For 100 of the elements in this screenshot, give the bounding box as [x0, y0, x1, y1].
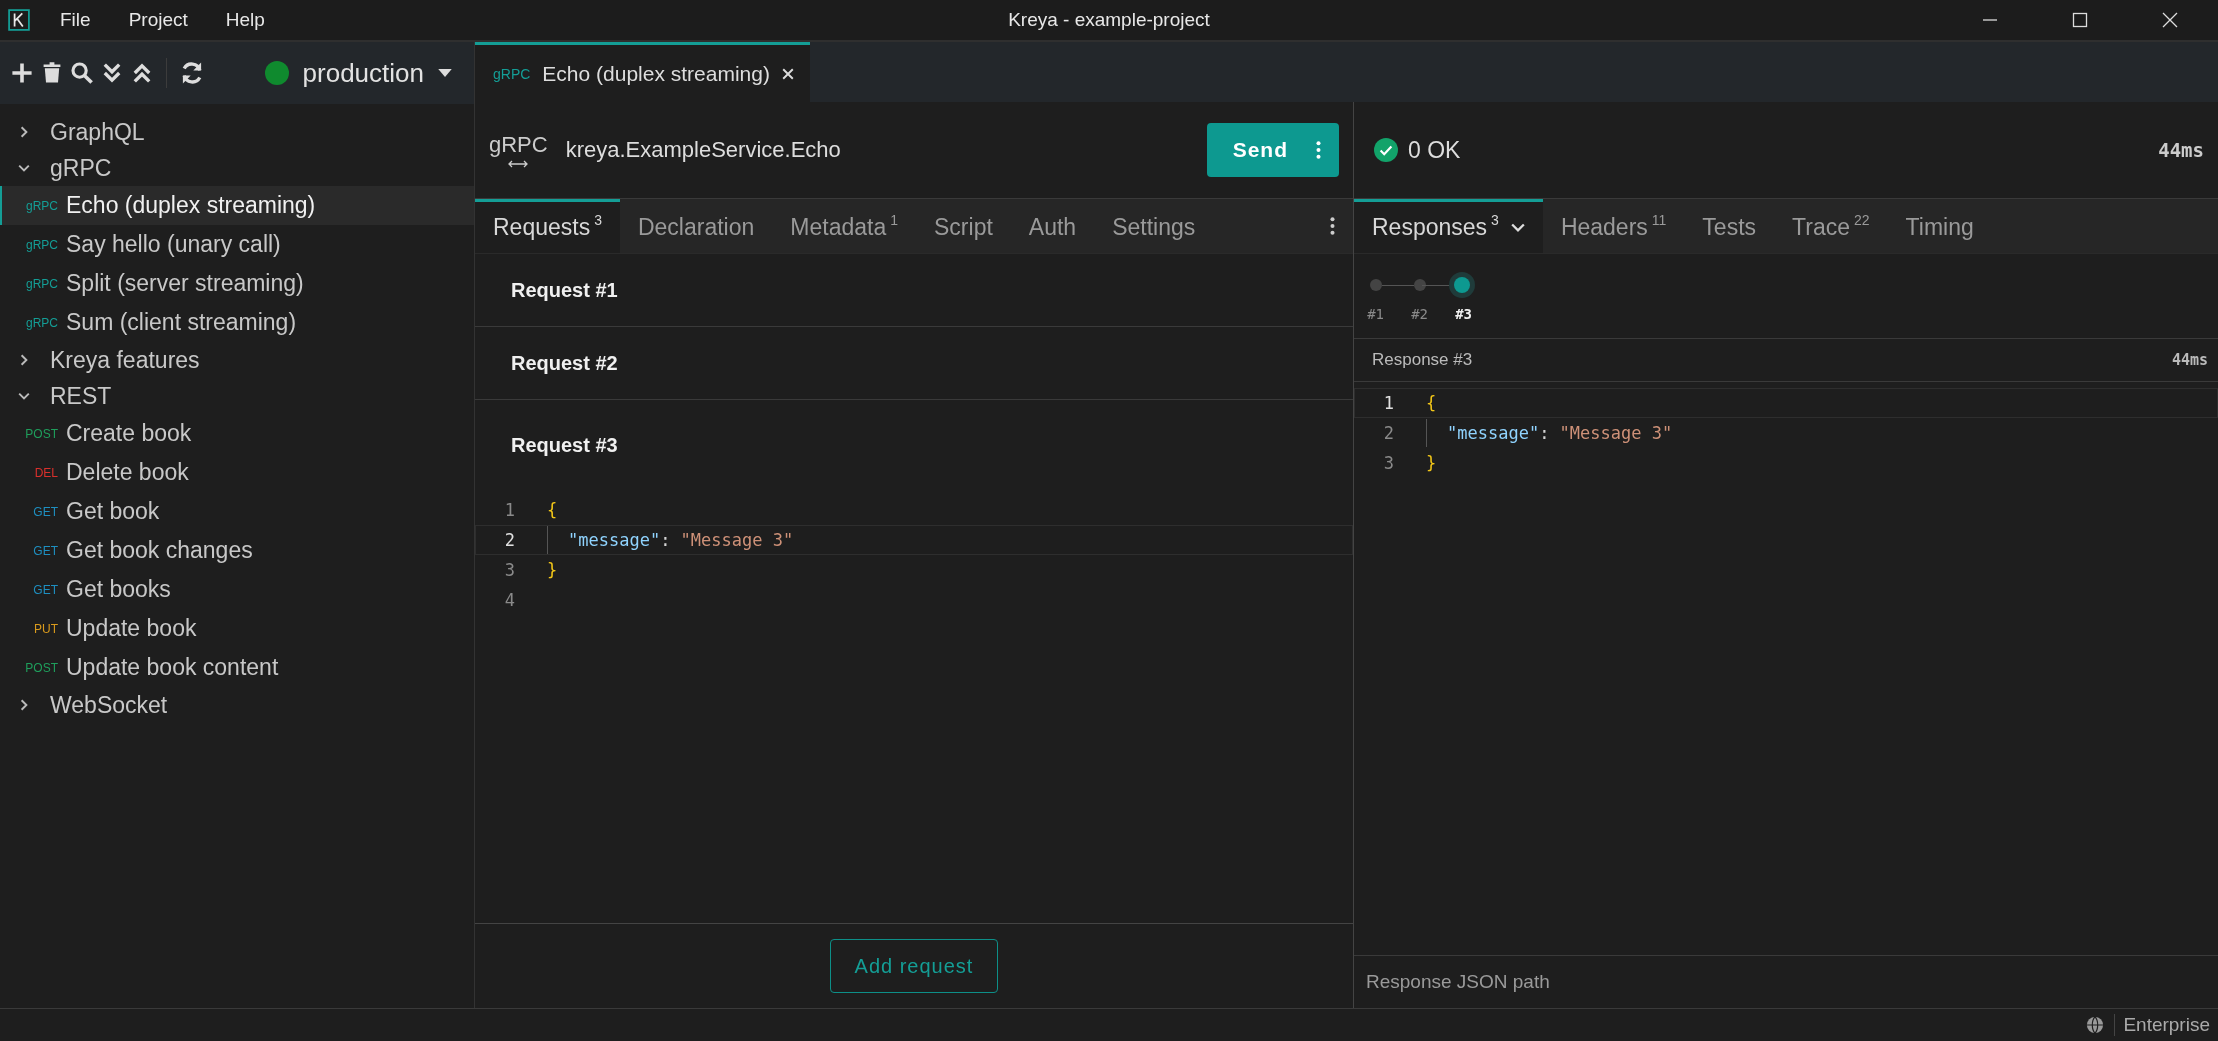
- method-tag: PUT: [2, 621, 66, 636]
- item-label: Sum (client streaming): [66, 309, 297, 336]
- tab[interactable]: Script: [916, 199, 1011, 253]
- tab[interactable]: Responses $^{3}$: [1354, 199, 1543, 253]
- item-label: Create book: [66, 420, 192, 447]
- line-number: 4: [503, 590, 516, 610]
- more-icon[interactable]: [1330, 217, 1335, 235]
- chevron-icon: [18, 699, 30, 711]
- chevron-icon: [18, 126, 30, 138]
- menu-item[interactable]: Help: [225, 9, 265, 31]
- response-time: 44ms: [2171, 351, 2208, 369]
- chevron-icon: [18, 390, 30, 402]
- code-token: "message": [568, 530, 661, 550]
- code-token: {: [547, 500, 558, 520]
- tree-item[interactable]: gRPC Sum (client streaming): [0, 303, 474, 342]
- tree-item[interactable]: PUT Update book: [0, 609, 474, 648]
- globe-icon: [2086, 1016, 2105, 1034]
- method-tag: gRPC: [2, 237, 66, 252]
- method-tag: GET: [2, 504, 66, 519]
- method-tag: GET: [2, 582, 66, 597]
- item-label: Get book: [66, 498, 160, 525]
- request-title[interactable]: Request #2: [511, 351, 1353, 375]
- close-icon[interactable]: [781, 67, 794, 80]
- window-title: Kreya - example-project: [1008, 9, 1210, 31]
- code-token: }: [547, 560, 558, 580]
- tab[interactable]: Trace $^{22}$: [1774, 199, 1888, 253]
- tab[interactable]: Requests $^{3}$: [475, 199, 620, 253]
- edition-label: Enterprise: [2114, 1014, 2210, 1036]
- close-icon[interactable]: [2162, 12, 2178, 28]
- item-label: Delete book: [66, 459, 189, 486]
- code-token: :: [660, 530, 672, 550]
- tab[interactable]: Metadata $^{1}$: [772, 199, 916, 253]
- tree-item[interactable]: POST Update book content: [0, 648, 474, 687]
- line-number: 3: [503, 560, 516, 580]
- method-tag: GET: [2, 543, 66, 558]
- method-tag: gRPC: [2, 198, 66, 213]
- tree-item[interactable]: POST Create book: [0, 414, 474, 453]
- tab[interactable]: Settings: [1094, 199, 1214, 253]
- tab[interactable]: Declaration: [619, 199, 773, 253]
- item-label: Update book content: [66, 654, 279, 681]
- timeline-label: #3: [1455, 306, 1472, 322]
- document-tab[interactable]: gRPC Echo (duplex streaming): [475, 42, 810, 102]
- code-token: "Message 3": [1559, 423, 1673, 443]
- chevron-icon: [18, 162, 30, 174]
- method-tag: gRPC: [2, 315, 66, 330]
- response-title: Response #3: [1372, 350, 1473, 370]
- tab[interactable]: Headers $^{11}$: [1542, 199, 1685, 253]
- code-token: }: [1426, 453, 1437, 473]
- tree-folder[interactable]: GraphQL: [0, 114, 474, 150]
- code-token: {: [1426, 393, 1437, 413]
- method-tag: DEL: [2, 465, 66, 480]
- line-number: 2: [503, 530, 516, 550]
- tree-item[interactable]: DEL Delete book: [0, 453, 474, 492]
- chevron-icon: [18, 354, 30, 366]
- timeline-dot[interactable]: [1414, 279, 1426, 291]
- timeline-label: #2: [1411, 306, 1428, 322]
- tab[interactable]: Timing: [1887, 199, 1992, 253]
- tree-item[interactable]: gRPC Split (server streaming): [0, 264, 474, 303]
- search-icon[interactable]: [70, 61, 94, 85]
- response-status: 0 OK: [1408, 136, 1461, 164]
- bidirectional-arrow-icon: [508, 160, 529, 168]
- tree-item[interactable]: gRPC Say hello (unary call): [0, 225, 474, 264]
- item-label: Split (server streaming): [66, 270, 304, 297]
- timeline-label: #1: [1367, 306, 1384, 322]
- service-method: kreya.ExampleService.Echo: [565, 137, 841, 163]
- item-label: Update book: [66, 615, 197, 642]
- add-icon[interactable]: [10, 61, 34, 85]
- timeline-dot[interactable]: [1370, 279, 1382, 291]
- response-time: 44ms: [2158, 139, 2204, 161]
- maximize-icon[interactable]: [2072, 12, 2088, 28]
- request-title[interactable]: Request #3: [511, 434, 1353, 457]
- code-token: :: [1539, 423, 1551, 443]
- send-button[interactable]: Send: [1206, 123, 1339, 177]
- tree-folder[interactable]: WebSocket: [0, 687, 474, 723]
- add-request-button[interactable]: Add request: [829, 939, 999, 993]
- item-label: Say hello (unary call): [66, 231, 281, 258]
- request-type: gRPC: [489, 132, 548, 158]
- tree-item[interactable]: GET Get book: [0, 492, 474, 531]
- request-title[interactable]: Request #1: [511, 278, 1353, 302]
- tree-folder[interactable]: REST: [0, 378, 474, 414]
- menu-item[interactable]: Project: [128, 9, 188, 31]
- item-label: Get books: [66, 576, 171, 603]
- tab[interactable]: Tests: [1684, 199, 1775, 253]
- tree-item[interactable]: GET Get books: [0, 570, 474, 609]
- item-label: Get book changes: [66, 537, 253, 564]
- method-tag: POST: [2, 660, 66, 675]
- tree-folder[interactable]: Kreya features: [0, 342, 474, 378]
- menu-item[interactable]: File: [60, 9, 91, 31]
- tab[interactable]: Auth: [1010, 199, 1095, 253]
- code-token: "message": [1447, 423, 1540, 443]
- item-label: Echo (duplex streaming): [66, 192, 316, 219]
- chevron-down-icon[interactable]: [1510, 222, 1525, 233]
- tree-item[interactable]: GET Get book changes: [0, 531, 474, 570]
- code-token: "Message 3": [680, 530, 794, 550]
- tree-folder[interactable]: gRPC: [0, 150, 474, 186]
- dropdown-icon: [438, 68, 452, 78]
- tree-item[interactable]: gRPC Echo (duplex streaming): [0, 186, 474, 225]
- line-number: 1: [1382, 393, 1395, 413]
- method-tag: gRPC: [2, 276, 66, 291]
- line-number: 3: [1382, 453, 1395, 473]
